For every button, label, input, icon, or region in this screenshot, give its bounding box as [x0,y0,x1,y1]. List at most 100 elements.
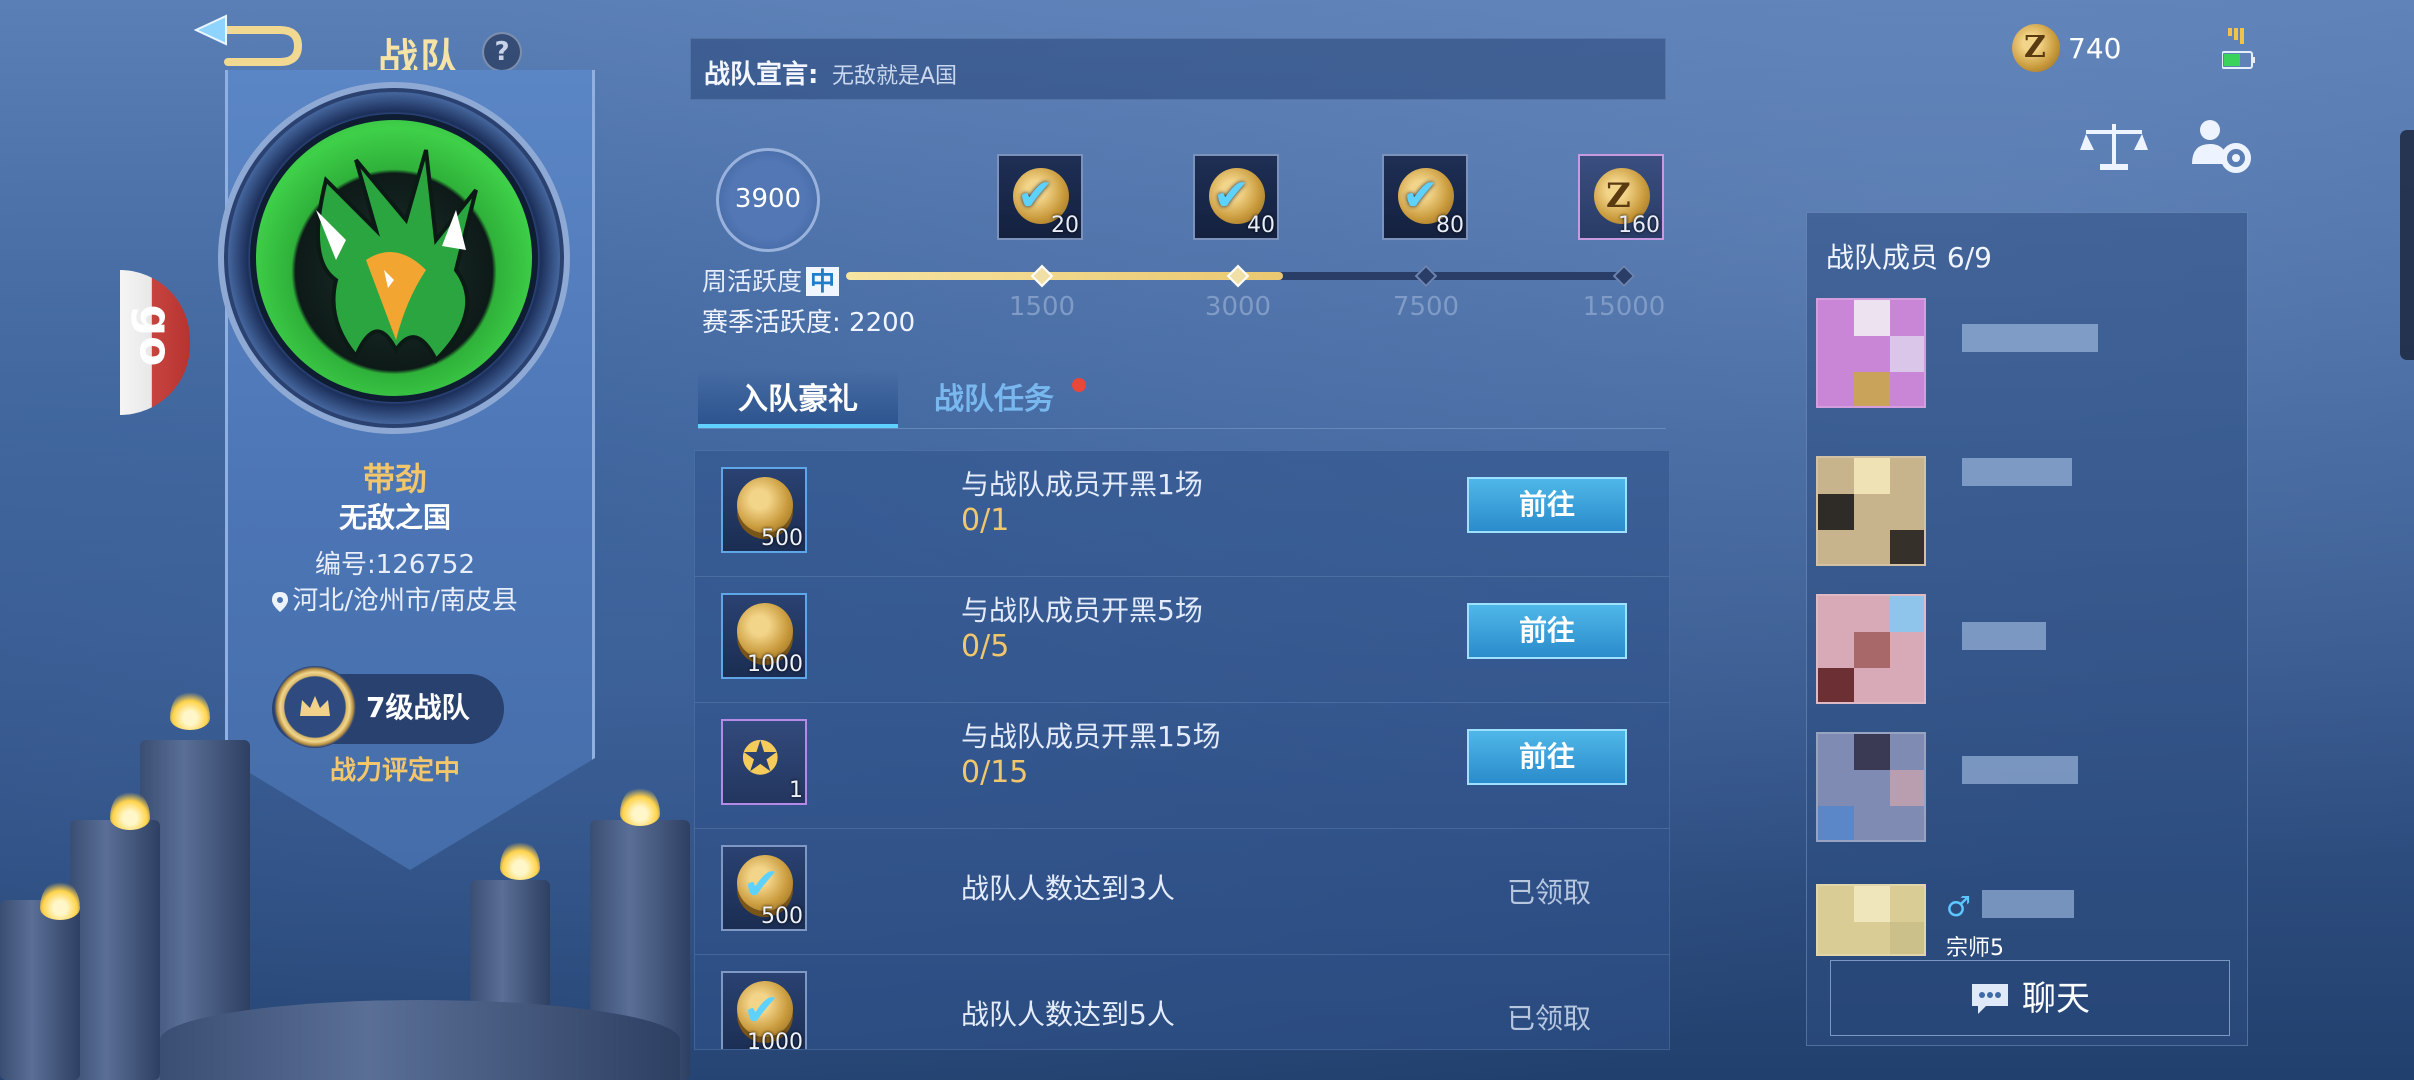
check-icon: ✔ [1402,170,1439,221]
member-name-blurred [1962,458,2072,486]
activity-score: 3900 [734,184,802,214]
go-button[interactable]: 前往 [1467,477,1627,533]
decor-pillar [0,900,80,1080]
z-symbol: Z [1606,176,1631,216]
team-level: 7级战队 [366,691,470,724]
task-title: 与战队成员开黑15场 [961,720,1221,753]
task-reward-icon: ✔ 1000 [721,971,807,1050]
claimed-status: 已领取 [1507,1002,1592,1035]
task-title: 与战队成员开黑5场 [961,594,1203,627]
member-avatar[interactable] [1816,456,1926,566]
location-pin-icon [272,591,289,612]
check-icon: ✔ [743,985,780,1036]
flame-icon [620,786,660,826]
milestone-reward-3[interactable]: ✔ 80 [1382,154,1468,240]
dragon-icon [316,149,478,364]
reward-quantity: 160 [1618,213,1660,238]
season-activity: 赛季活跃度: 2200 [702,308,916,338]
reward-quantity: 1000 [747,652,803,677]
task-title: 战队人数达到3人 [961,872,1175,905]
notification-dot [1072,378,1086,392]
tab-team-tasks[interactable]: 战队任务 [934,370,1054,430]
milestone-node [1030,264,1054,288]
milestone-threshold: 7500 [1392,292,1460,322]
claimed-status: 已领取 [1507,876,1592,909]
task-reward-icon[interactable]: 500 [721,467,807,553]
task-progress: 0/5 [961,629,1010,664]
milestone-reward-4[interactable]: Z 160 [1578,154,1664,240]
member-name-blurred [1982,890,2074,918]
task-row: 500 与战队成员开黑1场 0/1 前往 [695,451,1669,577]
weekly-activity-level: 中 [806,267,840,296]
member-name-blurred [1962,622,2046,650]
star-badge-icon: ✪ [741,731,780,785]
help-icon[interactable]: ? [482,32,522,72]
task-title: 与战队成员开黑1场 [961,468,1203,501]
team-location: 河北/沧州市/南皮县 [270,584,520,618]
tab-join-gift[interactable]: 入队豪礼 [698,370,898,428]
member-name-blurred [1962,756,2078,784]
check-icon: ✔ [1213,170,1250,221]
member-avatar[interactable] [1816,732,1926,842]
team-id: 编号:126752 [314,550,475,580]
milestone-reward-1[interactable]: ✔ 20 [997,154,1083,240]
decor-pillar [70,820,160,1080]
coin-icon [737,603,793,659]
reward-quantity: 80 [1436,213,1464,238]
task-list[interactable]: 500 与战队成员开黑1场 0/1 前往 1000 与战队成员开黑5场 0/5 … [694,450,1670,1050]
team-tag: 带劲 [362,460,427,498]
reward-quantity: 20 [1051,213,1079,238]
reward-quantity: 40 [1247,213,1275,238]
z-coin-icon: Z [2012,24,2060,72]
flame-icon [170,690,210,730]
power-rating-status: 战力评定中 [329,756,460,786]
task-reward-icon[interactable]: 1000 [721,593,807,679]
z-symbol: Z [2024,30,2046,65]
team-emblem-dragon-icon[interactable] [250,114,538,402]
milestone-node [1414,264,1438,288]
weekly-activity-text: 周活跃度 [702,267,803,296]
task-row: ✔ 1000 战队人数达到5人 已领取 [695,955,1669,1050]
milestone-threshold: 15000 [1582,292,1666,322]
milestone-node [1612,264,1636,288]
milestone-threshold: 1500 [1008,292,1076,322]
member-avatar[interactable] [1816,884,1926,956]
balance-scale-icon[interactable] [2080,118,2148,174]
currency-amount: 740 [2068,32,2122,65]
coin-icon [737,477,793,533]
task-reward-icon: ✔ 500 [721,845,807,931]
task-row: ✔ 500 战队人数达到3人 已领取 [695,829,1669,955]
task-row: 1000 与战队成员开黑5场 0/5 前往 [695,577,1669,703]
task-progress: 0/15 [961,755,1029,790]
back-button[interactable] [188,12,308,76]
chat-button[interactable]: 聊天 [1830,960,2230,1036]
crown-icon [274,666,356,748]
declaration-text: 无敌就是A国 [832,64,958,89]
task-title: 战队人数达到5人 [961,998,1175,1031]
check-icon: ✔ [1017,170,1054,221]
side-event-badge[interactable]: go [120,270,190,415]
milestone-reward-2[interactable]: ✔ 40 [1193,154,1279,240]
tab-divider [698,428,1666,429]
flame-icon [500,840,540,880]
reward-quantity: 500 [761,904,803,929]
signal-battery-icon [2222,28,2255,69]
male-gender-icon: ♂ [1946,890,1972,923]
team-name: 无敌之国 [338,501,451,534]
reward-quantity: 500 [761,526,803,551]
edge-drawer-handle[interactable] [2400,130,2414,360]
declaration-label: 战队宣言: [704,60,819,90]
go-button[interactable]: 前往 [1467,729,1627,785]
go-button[interactable]: 前往 [1467,603,1627,659]
member-avatar[interactable] [1816,298,1926,408]
task-reward-icon[interactable]: ✪ 1 [721,719,807,805]
member-rank: 宗师5 [1946,936,2004,961]
member-avatar[interactable] [1816,594,1926,704]
milestone-threshold: 3000 [1204,292,1272,322]
members-title: 战队成员 6/9 [1826,241,1992,274]
activity-progress-fill [846,272,1283,280]
team-settings-icon[interactable] [2190,116,2252,176]
decor-arena-base [160,1000,680,1080]
task-row: ✪ 1 与战队成员开黑15场 0/15 前往 [695,703,1669,829]
reward-quantity: 1000 [747,1030,803,1050]
